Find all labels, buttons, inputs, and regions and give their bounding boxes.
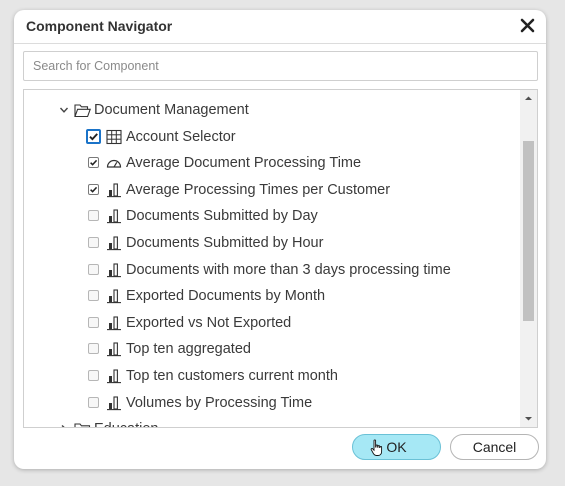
item-checkbox[interactable] bbox=[88, 370, 99, 381]
search-input[interactable] bbox=[23, 51, 538, 81]
tree-item[interactable]: Documents Submitted by Hour bbox=[24, 231, 520, 255]
component-navigator-dialog: Component Navigator Document Management A… bbox=[14, 10, 546, 469]
tree-item-label: Documents Submitted by Day bbox=[126, 208, 318, 225]
scroll-up-arrow-icon[interactable] bbox=[520, 90, 537, 107]
tree-item-label: Account Selector bbox=[126, 128, 236, 145]
tree-item[interactable]: Top ten customers current month bbox=[24, 364, 520, 388]
tree-item-label: Top ten customers current month bbox=[126, 368, 338, 384]
tree-item[interactable]: Exported vs Not Exported bbox=[24, 311, 520, 335]
item-checkbox[interactable] bbox=[88, 210, 99, 222]
bar-chart-icon bbox=[106, 315, 122, 331]
bar-chart-icon bbox=[106, 288, 122, 304]
tree-item-label: Average Document Processing Time bbox=[126, 155, 362, 172]
dialog-title: Component Navigator bbox=[26, 18, 173, 34]
tree-scrollbar[interactable] bbox=[520, 90, 537, 427]
cancel-button[interactable]: Cancel bbox=[450, 434, 539, 460]
tree-folder-label: Document Management bbox=[94, 102, 249, 118]
scroll-down-arrow-icon[interactable] bbox=[520, 410, 537, 427]
chevron-down-icon[interactable] bbox=[57, 98, 71, 122]
bar-chart-icon bbox=[106, 235, 122, 251]
cancel-button-label: Cancel bbox=[472, 439, 517, 455]
folder-open-icon bbox=[74, 102, 91, 118]
item-checkbox[interactable] bbox=[88, 183, 99, 195]
bar-chart-icon bbox=[106, 262, 122, 278]
close-icon[interactable] bbox=[518, 15, 538, 37]
item-checkbox[interactable] bbox=[88, 343, 99, 355]
tree-item[interactable]: Exported Documents by Month bbox=[24, 284, 520, 308]
item-checkbox[interactable] bbox=[88, 157, 99, 169]
item-checkbox[interactable] bbox=[88, 263, 99, 275]
bar-chart-icon bbox=[106, 182, 122, 198]
tree-item-label: Average Processing Times per Customer bbox=[126, 181, 391, 198]
ok-button-label: OK bbox=[386, 439, 407, 455]
chevron-right-icon[interactable] bbox=[57, 417, 71, 427]
bar-chart-icon bbox=[106, 341, 122, 357]
dialog-titlebar: Component Navigator bbox=[14, 10, 546, 44]
table-icon bbox=[106, 129, 122, 145]
tree-item[interactable]: Top ten aggregated bbox=[24, 337, 520, 361]
ok-button[interactable]: OK bbox=[352, 434, 441, 460]
tree-item-label: Documents Submitted by Hour bbox=[126, 235, 324, 251]
item-checkbox[interactable] bbox=[88, 396, 99, 408]
tree-item[interactable]: Account Selector bbox=[24, 125, 520, 149]
component-tree: Document Management Account Selector Avera… bbox=[23, 89, 538, 428]
folder-icon bbox=[74, 421, 91, 427]
bar-chart-icon bbox=[106, 395, 122, 411]
tree-item-label: Top ten aggregated bbox=[126, 341, 251, 358]
scrollbar-thumb[interactable] bbox=[523, 141, 534, 321]
bar-chart-icon bbox=[106, 208, 122, 224]
hand-cursor-icon bbox=[370, 439, 383, 456]
tree-item[interactable]: Documents with more than 3 days processi… bbox=[24, 258, 520, 282]
tree-folder-collapsed[interactable]: Education bbox=[24, 417, 520, 427]
item-checkbox[interactable] bbox=[88, 290, 99, 302]
tree-item-label: Volumes by Processing Time bbox=[126, 394, 313, 411]
tree-folder-expanded[interactable]: Document Management bbox=[24, 98, 520, 122]
tree-item[interactable]: Average Document Processing Time bbox=[24, 151, 520, 175]
item-checkbox[interactable] bbox=[88, 316, 99, 328]
tree-item-label: Exported vs Not Exported bbox=[126, 314, 292, 331]
tree-item-label: Exported Documents by Month bbox=[126, 288, 326, 305]
tree-item[interactable]: Average Processing Times per Customer bbox=[24, 178, 520, 202]
tree-item-label: Documents with more than 3 days processi… bbox=[126, 261, 451, 278]
gauge-icon bbox=[106, 155, 122, 171]
bar-chart-icon bbox=[106, 368, 122, 384]
item-checkbox[interactable] bbox=[88, 237, 99, 248]
tree-item[interactable]: Volumes by Processing Time bbox=[24, 391, 520, 415]
tree-item[interactable]: Documents Submitted by Day bbox=[24, 204, 520, 228]
item-checkbox[interactable] bbox=[86, 128, 101, 144]
tree-folder-label: Education bbox=[94, 417, 159, 427]
